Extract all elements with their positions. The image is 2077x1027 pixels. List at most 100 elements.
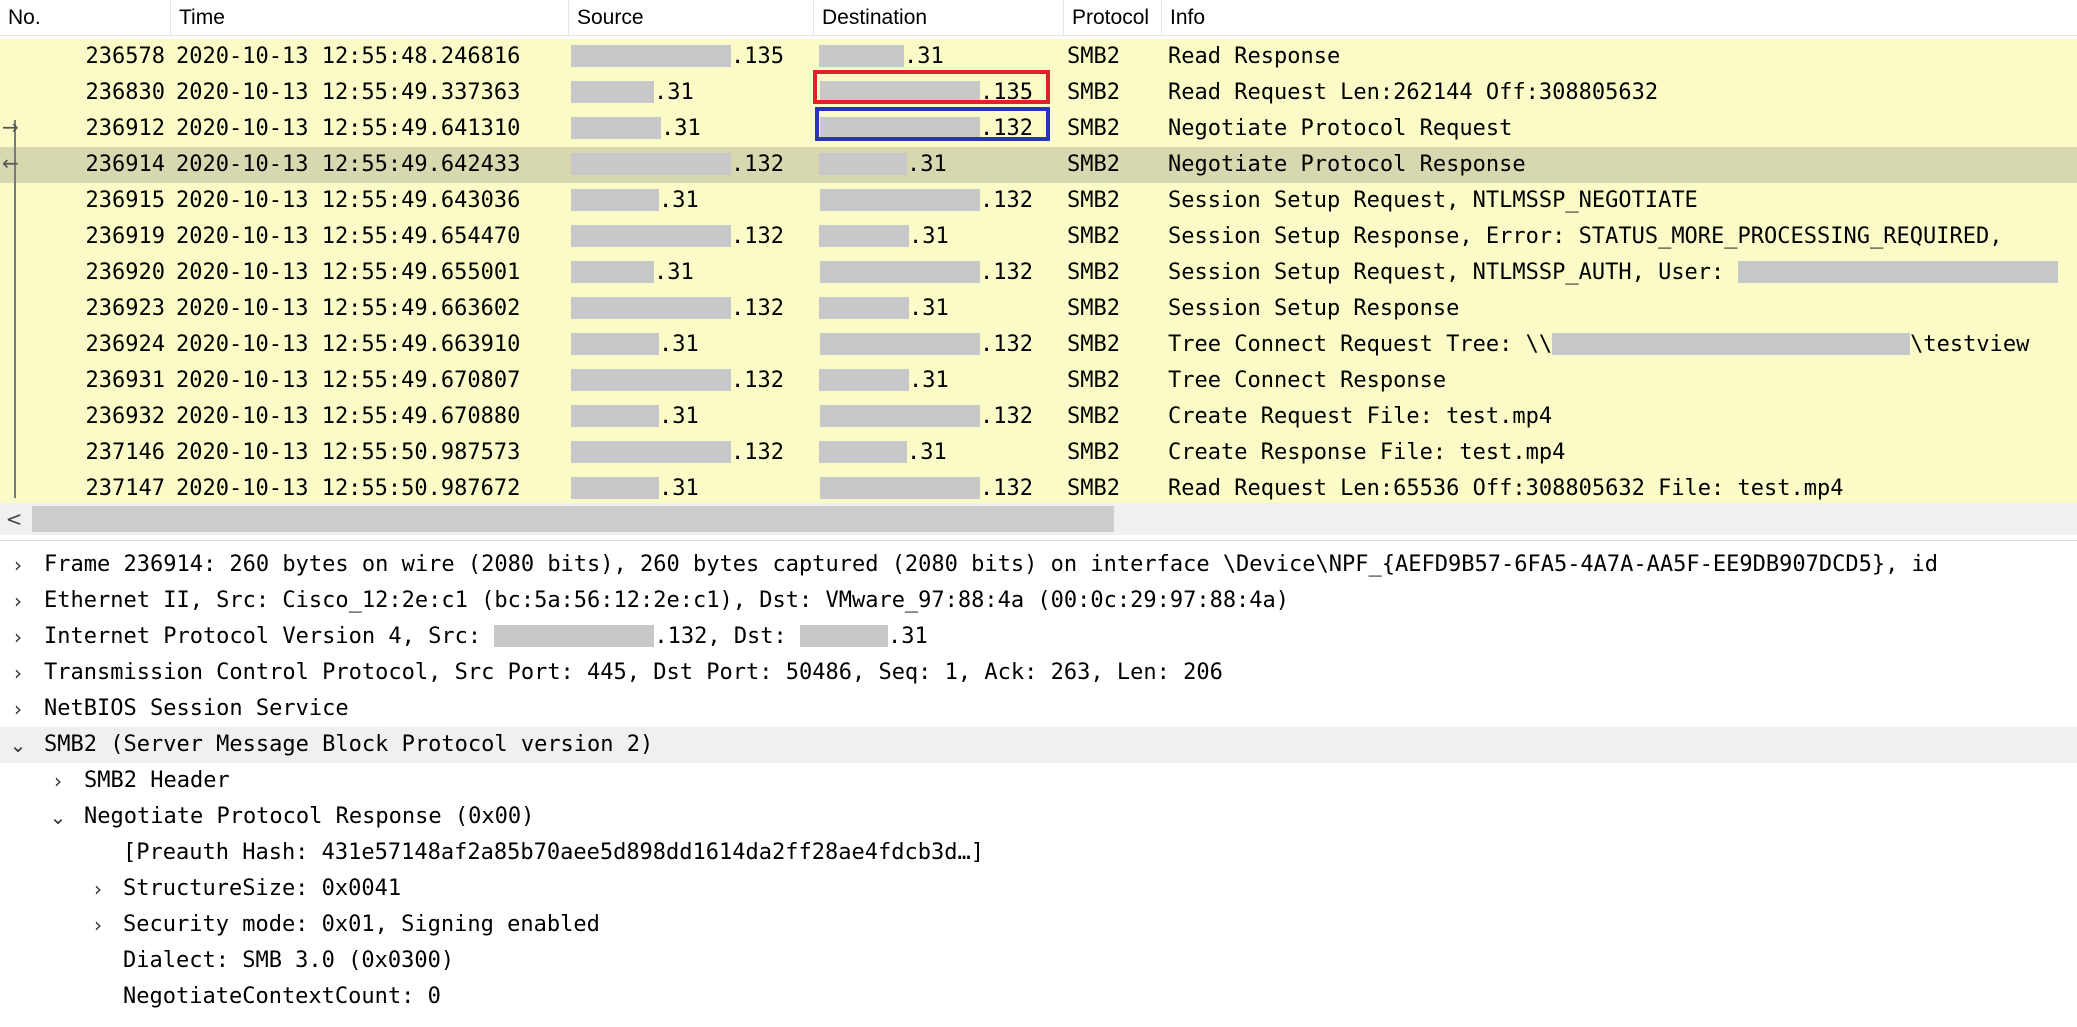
packet-row[interactable]: 236920 2020-10-13 12:55:49.655001 .31 .1…: [0, 255, 2077, 291]
redacted-address: [819, 368, 909, 391]
chevron-right-icon[interactable]: ›: [8, 547, 28, 583]
chevron-down-icon[interactable]: ⌄: [8, 727, 28, 763]
packet-no: 236931: [85, 368, 165, 393]
tree-item-label: NetBIOS Session Service: [44, 696, 349, 721]
redacted-address: [571, 80, 654, 103]
packet-row[interactable]: 236915 2020-10-13 12:55:49.643036 .31 .1…: [0, 183, 2077, 219]
packet-protocol: SMB2: [1067, 224, 1120, 249]
packet-info: Create Request File: test.mp4: [1168, 404, 1553, 429]
packet-row[interactable]: 236932 2020-10-13 12:55:49.670880 .31 .1…: [0, 399, 2077, 435]
tree-item-security-mode[interactable]: › Security mode: 0x01, Signing enabled: [0, 907, 2077, 943]
packet-row[interactable]: 237146 2020-10-13 12:55:50.987573 .132 .…: [0, 435, 2077, 471]
packet-source: .31: [571, 183, 699, 219]
chevron-down-icon[interactable]: ⌄: [48, 799, 68, 835]
redacted-address: [571, 332, 659, 355]
packet-time: 2020-10-13 12:55:49.670880: [176, 404, 521, 429]
packet-row[interactable]: 236923 2020-10-13 12:55:49.663602 .132 .…: [0, 291, 2077, 327]
packet-protocol: SMB2: [1067, 152, 1120, 177]
destination-suffix: .132: [980, 260, 1033, 285]
packet-details-pane[interactable]: › Frame 236914: 260 bytes on wire (2080 …: [0, 540, 2077, 1027]
scrollbar-thumb[interactable]: [32, 506, 1114, 532]
packet-source: .31: [571, 111, 701, 147]
tree-item-label: Ethernet II, Src: Cisco_12:2e:c1 (bc:5a:…: [44, 588, 1290, 613]
redacted-address: [494, 624, 655, 647]
packet-row[interactable]: 236924 2020-10-13 12:55:49.663910 .31 .1…: [0, 327, 2077, 363]
tree-item-label: Dialect: SMB 3.0 (0x0300): [123, 948, 455, 973]
chevron-right-icon[interactable]: ›: [8, 691, 28, 727]
destination-suffix: .31: [909, 224, 949, 249]
packet-row-selected[interactable]: 236914 2020-10-13 12:55:49.642433 .132 .…: [0, 147, 2077, 183]
tree-item-label: SMB2 (Server Message Block Protocol vers…: [44, 732, 654, 757]
source-suffix: .31: [659, 404, 699, 429]
packet-source: .31: [571, 75, 694, 111]
chevron-right-icon[interactable]: ›: [88, 907, 108, 943]
tree-item-frame[interactable]: › Frame 236914: 260 bytes on wire (2080 …: [0, 547, 2077, 583]
packet-source: .132: [571, 219, 784, 255]
redacted-address: [820, 260, 980, 283]
column-header-destination[interactable]: Destination: [813, 0, 1063, 35]
packet-info: Read Request Len:262144 Off:308805632: [1168, 80, 1659, 105]
source-suffix: .132: [731, 440, 784, 465]
tree-item-context-count[interactable]: NegotiateContextCount: 0: [0, 979, 2077, 1015]
tree-item-smb2-header[interactable]: › SMB2 Header: [0, 763, 2077, 799]
packet-source: .31: [571, 471, 699, 507]
tree-item-ethernet[interactable]: › Ethernet II, Src: Cisco_12:2e:c1 (bc:5…: [0, 583, 2077, 619]
tree-item-dialect[interactable]: Dialect: SMB 3.0 (0x0300): [0, 943, 2077, 979]
column-header-source[interactable]: Source: [568, 0, 813, 35]
packet-source: .135: [571, 39, 784, 75]
packet-row[interactable]: 237147 2020-10-13 12:55:50.987672 .31 .1…: [0, 471, 2077, 507]
packet-source: .132: [571, 435, 784, 471]
tree-item-label: NegotiateContextCount: 0: [123, 984, 441, 1009]
source-suffix: .31: [654, 80, 694, 105]
tree-item-structure-size[interactable]: › StructureSize: 0x0041: [0, 871, 2077, 907]
packet-time: 2020-10-13 12:55:48.246816: [176, 44, 521, 69]
redacted-address: [571, 44, 731, 67]
packet-row[interactable]: 236919 2020-10-13 12:55:49.654470 .132 .…: [0, 219, 2077, 255]
packet-destination: .31: [819, 435, 947, 471]
tree-item-netbios[interactable]: › NetBIOS Session Service: [0, 691, 2077, 727]
column-header-no[interactable]: No.: [0, 0, 170, 35]
destination-suffix: .31: [904, 44, 944, 69]
chevron-right-icon[interactable]: ›: [8, 655, 28, 691]
packet-info: Session Setup Request, NTLMSSP_NEGOTIATE: [1168, 188, 1698, 213]
packet-list-pane[interactable]: No. Time Source Destination Protocol Inf…: [0, 0, 2077, 535]
destination-suffix: .31: [909, 296, 949, 321]
tree-item-smb2[interactable]: ⌄ SMB2 (Server Message Block Protocol ve…: [0, 727, 2077, 763]
chevron-right-icon[interactable]: ›: [88, 871, 108, 907]
packet-destination: .132: [820, 399, 1033, 435]
packet-row[interactable]: 236931 2020-10-13 12:55:49.670807 .132 .…: [0, 363, 2077, 399]
chevron-right-icon[interactable]: ›: [8, 619, 28, 655]
packet-destination: .132: [820, 255, 1033, 291]
tree-item-tcp[interactable]: › Transmission Control Protocol, Src Por…: [0, 655, 2077, 691]
redacted-address: [819, 44, 904, 67]
packet-time: 2020-10-13 12:55:49.642433: [176, 152, 521, 177]
packet-time: 2020-10-13 12:55:49.337363: [176, 80, 521, 105]
column-header-info[interactable]: Info: [1161, 0, 2077, 35]
packet-time: 2020-10-13 12:55:49.663602: [176, 296, 521, 321]
tree-item-ipv4[interactable]: › Internet Protocol Version 4, Src: .132…: [0, 619, 2077, 655]
packet-protocol: SMB2: [1067, 188, 1120, 213]
chevron-right-icon[interactable]: ›: [8, 583, 28, 619]
packet-destination: .31: [819, 219, 949, 255]
source-suffix: .132: [731, 368, 784, 393]
redacted-share-host: [1552, 332, 1911, 355]
packet-protocol: SMB2: [1067, 80, 1120, 105]
packet-source: .132: [571, 291, 784, 327]
chevron-right-icon[interactable]: ›: [48, 763, 68, 799]
packet-no: 236578: [85, 44, 165, 69]
redacted-address: [820, 404, 980, 427]
tree-item-preauth-hash[interactable]: [Preauth Hash: 431e57148af2a85b70aee5d89…: [0, 835, 2077, 871]
horizontal-scrollbar[interactable]: <: [0, 503, 2077, 535]
tree-item-negotiate-response[interactable]: ⌄ Negotiate Protocol Response (0x00): [0, 799, 2077, 835]
packet-no: 237147: [85, 476, 165, 501]
packet-source: .132: [571, 363, 784, 399]
column-header-protocol[interactable]: Protocol: [1063, 0, 1161, 35]
source-suffix: .31: [654, 260, 694, 285]
info-text-share: \testview: [1910, 332, 2030, 357]
redacted-address: [819, 152, 907, 175]
scroll-left-icon[interactable]: <: [0, 503, 28, 535]
packet-source: .31: [571, 399, 699, 435]
tree-item-label: Frame 236914: 260 bytes on wire (2080 bi…: [44, 552, 1939, 577]
packet-protocol: SMB2: [1067, 476, 1120, 501]
destination-suffix: .31: [907, 152, 947, 177]
